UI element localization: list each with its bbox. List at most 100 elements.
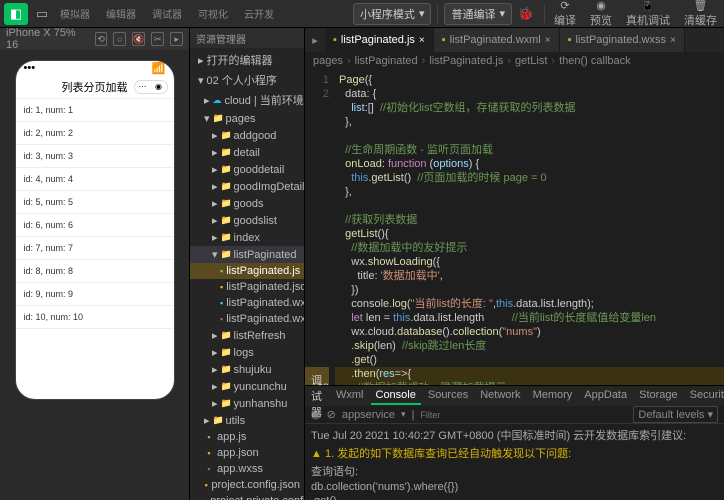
breadcrumb[interactable]: pages›listPaginated›listPaginated.js›get… [305,52,724,70]
tree-item[interactable]: ▪ app.json [190,445,304,461]
breadcrumb-item[interactable]: listPaginated [355,55,418,67]
device-label[interactable]: iPhone X 75% 16 [6,28,83,51]
code-area[interactable]: 1223 Page({ data: { list:[] //初始化list空数组… [305,70,724,385]
preview-button[interactable]: ◉预览 [587,0,615,28]
tree-item[interactable]: ▸ ☁ cloud | 当前环境: monica [190,90,304,110]
tree-item[interactable]: ▸ 📁 logs [190,344,304,361]
devtools-tab[interactable]: Memory [528,387,578,405]
list-item[interactable]: id: 10, num: 10 [16,306,174,329]
devtools-tab[interactable]: Storage [634,387,683,405]
editor-tab[interactable]: ▪ listPaginated.wxss × [560,28,685,52]
tree-item[interactable]: ▪ project.config.json [190,477,304,493]
tree-item[interactable]: ▸ 📁 utils [190,412,304,429]
tree-item[interactable]: ▸ 📁 shujuku [190,361,304,378]
list-item[interactable]: id: 4, num: 4 [16,168,174,191]
more-icon[interactable]: ▸ [170,32,183,46]
tree-item[interactable]: ▸ 📁 yunhanshu [190,395,304,412]
tree-item[interactable]: ▾ 📁 listPaginated [190,246,304,263]
tb-debug[interactable]: 调试器 [152,6,182,21]
tb-sim[interactable]: 模拟器 [60,6,90,21]
devtools-tab[interactable]: Wxml [331,387,369,405]
phone-navbar: 列表分页加载 ⋯◉ [16,75,174,99]
tree-item[interactable]: ▸ 📁 addgood [190,127,304,144]
mode-dropdown[interactable]: 小程序模式▾ [353,3,432,25]
phone-frame: •••📶 列表分页加载 ⋯◉ id: 1, num: 1id: 2, num: … [15,60,175,400]
close-icon[interactable]: × [670,35,676,46]
breadcrumb-item[interactable]: getList [515,55,547,67]
devtools-tab[interactable]: Network [475,387,525,405]
breadcrumb-item[interactable]: then() callback [559,55,631,67]
console-output[interactable]: Tue Jul 20 2021 10:40:27 GMT+0800 (中国标准时… [305,424,724,500]
breadcrumb-item[interactable]: pages [313,55,343,67]
tree-item[interactable]: ▸ 📁 detail [190,144,304,161]
editor-panel: ▸ ▪ listPaginated.js ×▪ listPaginated.wx… [305,28,724,500]
tree-item[interactable]: ▪ app.wxss [190,461,304,477]
console-clear-icon[interactable]: ⊘ [327,408,336,421]
log-levels-dropdown[interactable]: Default levels ▾ [633,406,718,423]
project-section[interactable]: ▾ 02 个人小程序 [190,70,304,90]
tb-editor[interactable]: 编辑器 [106,6,136,21]
console-context[interactable]: appservice [342,409,395,421]
tab-scroll-left-icon[interactable]: ▸ [305,28,325,52]
phone-statusbar: •••📶 [16,61,174,75]
bug-icon[interactable]: 🐞 [514,3,538,25]
tree-item[interactable]: ▸ 📁 goods [190,195,304,212]
editor-tab[interactable]: ▪ listPaginated.wxml × [434,28,560,52]
chevron-down-icon: ▾ [419,7,425,20]
tree-item[interactable]: ▪ listPaginated.wxss [190,311,304,327]
open-editors-section[interactable]: ▸ 打开的编辑器 [190,50,304,70]
devtools-tab[interactable]: Console [371,387,421,405]
list-item[interactable]: id: 6, num: 6 [16,214,174,237]
breadcrumb-item[interactable]: listPaginated.js [429,55,503,67]
console-filter-input[interactable] [420,410,500,420]
editor-tab[interactable]: ▪ listPaginated.js × [325,28,434,52]
devtools-tab[interactable]: Sources [423,387,473,405]
list-item[interactable]: id: 2, num: 2 [16,122,174,145]
sim-toggle-icon[interactable]: ▭ [30,3,54,25]
compile-dropdown[interactable]: 普通编译▾ [444,3,512,25]
list-item[interactable]: id: 9, num: 9 [16,283,174,306]
list-item[interactable]: id: 3, num: 3 [16,145,174,168]
tree-item[interactable]: ▸ 📁 listRefresh [190,327,304,344]
console-line: 查询语句: [311,462,718,480]
capsule-close-icon[interactable]: ◉ [151,81,167,93]
home-icon[interactable]: ○ [113,32,126,46]
list-item[interactable]: id: 8, num: 8 [16,260,174,283]
tree-item[interactable]: ▸ 📁 goodImgDetail [190,178,304,195]
tree-item[interactable]: ▪ listPaginated.js [190,263,304,279]
close-icon[interactable]: × [419,35,425,46]
rotate-icon[interactable]: ⟲ [95,32,108,46]
editor-tabs: ▸ ▪ listPaginated.js ×▪ listPaginated.wx… [305,28,724,52]
tree-item[interactable]: ▪ project.private.config.json [190,493,304,500]
tree-item[interactable]: ▸ 📁 gooddetail [190,161,304,178]
tree-item[interactable]: ▪ listPaginated.json [190,279,304,295]
app-icon[interactable]: ◧ [4,3,28,25]
devtools-tab[interactable]: AppData [579,387,632,405]
tree-item[interactable]: ▸ 📁 yuncunchu [190,378,304,395]
remote-debug-button[interactable]: 📱真机调试 [623,0,673,28]
chevron-down-icon: ▾ [499,7,505,20]
clear-cache-button[interactable]: 🗑清缓存 [681,0,720,28]
tb-visual[interactable]: 可视化 [198,6,228,21]
list-item[interactable]: id: 1, num: 1 [16,99,174,122]
close-icon[interactable]: × [545,35,551,46]
tree-item[interactable]: ▪ listPaginated.wxml [190,295,304,311]
tree-item[interactable]: ▸ 📁 index [190,229,304,246]
tree-item[interactable]: ▾ 📁 pages [190,110,304,127]
tb-cloud[interactable]: 云开发 [244,6,274,21]
file-explorer: 资源管理器 ▸ 打开的编辑器 ▾ 02 个人小程序 ▸ ☁ cloud | 当前… [190,28,305,500]
list-item[interactable]: id: 7, num: 7 [16,237,174,260]
devtools-tab[interactable]: Security [685,387,724,405]
cut-icon[interactable]: ✂ [151,32,164,46]
tree-item[interactable]: ▪ app.js [190,429,304,445]
list-item[interactable]: id: 5, num: 5 [16,191,174,214]
mute-icon[interactable]: 🔇 [132,32,145,46]
tree-item[interactable]: ▸ 📁 goodslist [190,212,304,229]
phone-list[interactable]: id: 1, num: 1id: 2, num: 2id: 3, num: 3i… [16,99,174,399]
compile-button[interactable]: ⟳编译 [551,0,579,28]
page-title: 列表分页加载 [62,79,128,95]
capsule-menu-icon[interactable]: ⋯ [135,81,151,93]
console-eye-icon[interactable]: ◉ [311,408,321,421]
console-line: .get() [311,494,718,500]
devtools-panel: 调试器 WxmlConsoleSourcesNetworkMemoryAppDa… [305,385,724,500]
